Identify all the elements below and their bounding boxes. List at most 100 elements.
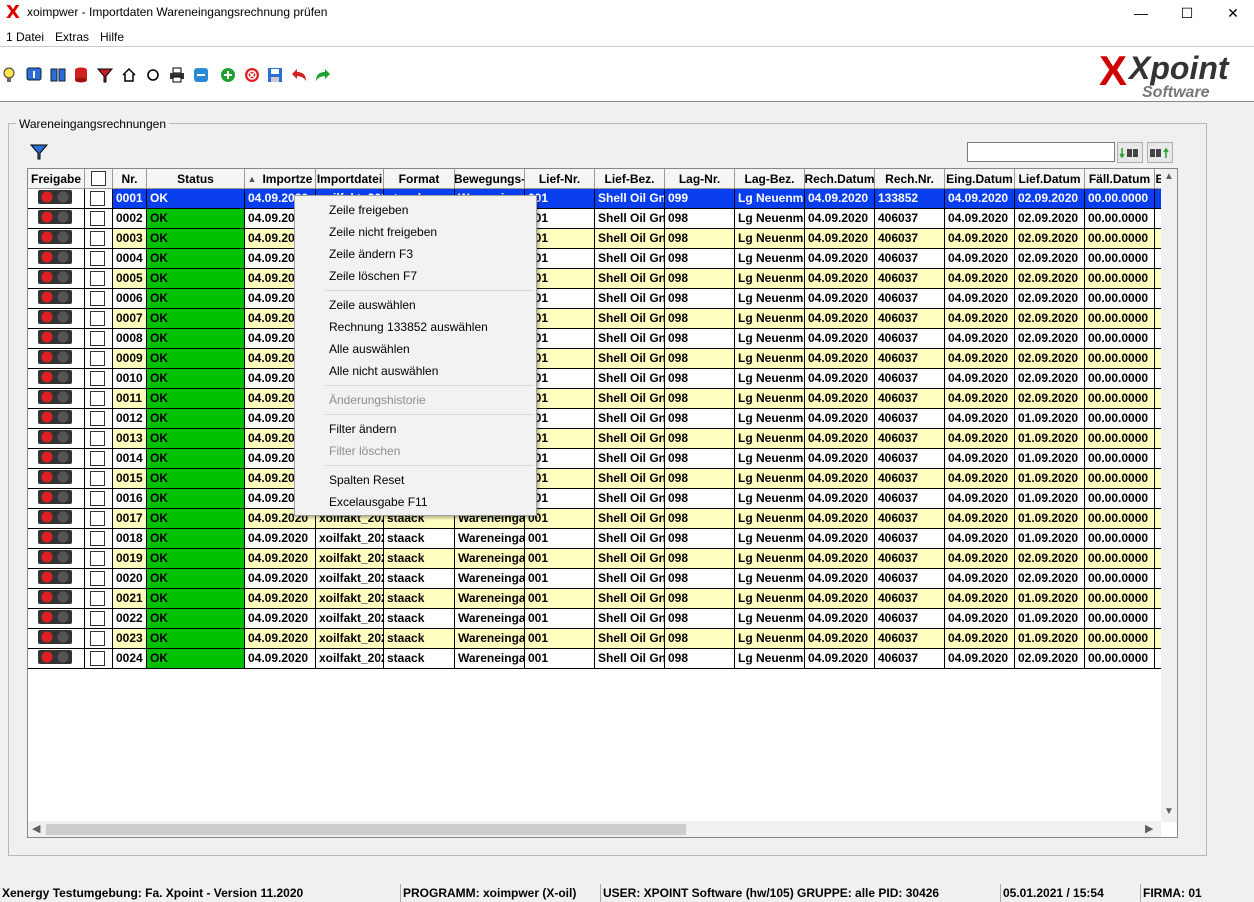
cell-status[interactable]: OK [147, 409, 245, 429]
column-header[interactable]: Nr. [113, 169, 147, 189]
cell-lagnr[interactable]: 098 [665, 549, 735, 569]
cell-liefdatum[interactable]: 02.09.2020 [1015, 229, 1085, 249]
cell-liefdatum[interactable]: 01.09.2020 [1015, 489, 1085, 509]
database-icon[interactable] [72, 66, 90, 84]
cell-eingdatum[interactable]: 04.09.2020 [945, 309, 1015, 329]
cell-lagnr[interactable]: 098 [665, 289, 735, 309]
cell-rechdatum[interactable]: 04.09.2020 [805, 369, 875, 389]
cell-liefbez[interactable]: Shell Oil Gn [595, 509, 665, 529]
cell-faelldatum[interactable]: 00.00.0000 [1085, 349, 1155, 369]
row-checkbox[interactable] [85, 409, 113, 429]
cell-format[interactable]: staack [384, 549, 455, 569]
cell-status[interactable]: OK [147, 469, 245, 489]
cell-lagnr[interactable]: 098 [665, 409, 735, 429]
cell-lagbez[interactable]: Lg Neuenm [735, 429, 805, 449]
cell-lagnr[interactable]: 098 [665, 369, 735, 389]
row-checkbox[interactable] [85, 469, 113, 489]
row-checkbox[interactable] [85, 569, 113, 589]
traffic-light-icon[interactable] [28, 569, 85, 589]
cell-format[interactable]: staack [384, 629, 455, 649]
column-header[interactable]: Bewegungs- [455, 169, 525, 189]
cell-liefbez[interactable]: Shell Oil Gn [595, 429, 665, 449]
row-checkbox[interactable] [85, 489, 113, 509]
cell-status[interactable]: OK [147, 489, 245, 509]
cell-rechdatum[interactable]: 04.09.2020 [805, 609, 875, 629]
cell-nr[interactable]: 0005 [113, 269, 147, 289]
cell-nr[interactable]: 0001 [113, 189, 147, 209]
cell-lagbez[interactable]: Lg Neuenm [735, 649, 805, 669]
cell-nr[interactable]: 0002 [113, 209, 147, 229]
cell-rechdatum[interactable]: 04.09.2020 [805, 329, 875, 349]
traffic-light-icon[interactable] [28, 429, 85, 449]
cell-rechnr[interactable]: 406037 [875, 409, 945, 429]
search-input[interactable] [967, 142, 1115, 162]
cell-status[interactable]: OK [147, 549, 245, 569]
cell-rechnr[interactable]: 133852 [875, 189, 945, 209]
cell-eingdatum[interactable]: 04.09.2020 [945, 449, 1015, 469]
cell-liefdatum[interactable]: 02.09.2020 [1015, 569, 1085, 589]
cell-rechdatum[interactable]: 04.09.2020 [805, 549, 875, 569]
cell-status[interactable]: OK [147, 229, 245, 249]
cell-lagbez[interactable]: Lg Neuenm [735, 349, 805, 369]
cell-lagnr[interactable]: 098 [665, 569, 735, 589]
cell-rechnr[interactable]: 406037 [875, 209, 945, 229]
cell-lagnr[interactable]: 098 [665, 629, 735, 649]
traffic-light-icon[interactable] [28, 229, 85, 249]
cell-nr[interactable]: 0023 [113, 629, 147, 649]
cell-faelldatum[interactable]: 00.00.0000 [1085, 609, 1155, 629]
scroll-up-icon[interactable]: ▲ [1164, 171, 1174, 182]
cell-status[interactable]: OK [147, 449, 245, 469]
cell-liefdatum[interactable]: 02.09.2020 [1015, 329, 1085, 349]
cell-lagnr[interactable]: 098 [665, 389, 735, 409]
cell-nr[interactable]: 0019 [113, 549, 147, 569]
info-icon[interactable] [25, 66, 43, 84]
cell-liefdatum[interactable]: 01.09.2020 [1015, 409, 1085, 429]
cell-liefbez[interactable]: Shell Oil Gn [595, 269, 665, 289]
cell-faelldatum[interactable]: 00.00.0000 [1085, 509, 1155, 529]
cell-rechnr[interactable]: 406037 [875, 509, 945, 529]
column-header[interactable]: Lief.Datum [1015, 169, 1085, 189]
horizontal-scroll-thumb[interactable] [46, 824, 686, 835]
cell-faelldatum[interactable]: 00.00.0000 [1085, 469, 1155, 489]
cell-faelldatum[interactable]: 00.00.0000 [1085, 329, 1155, 349]
cell-eingdatum[interactable]: 04.09.2020 [945, 549, 1015, 569]
cell-faelldatum[interactable]: 00.00.0000 [1085, 229, 1155, 249]
row-checkbox[interactable] [85, 349, 113, 369]
cell-eingdatum[interactable]: 04.09.2020 [945, 609, 1015, 629]
cell-rechdatum[interactable]: 04.09.2020 [805, 269, 875, 289]
cell-lagbez[interactable]: Lg Neuenm [735, 369, 805, 389]
cell-rechnr[interactable]: 406037 [875, 449, 945, 469]
cell-status[interactable]: OK [147, 329, 245, 349]
cell-liefbez[interactable]: Shell Oil Gn [595, 189, 665, 209]
close-button[interactable]: ✕ [1210, 0, 1254, 26]
cell-eingdatum[interactable]: 04.09.2020 [945, 649, 1015, 669]
traffic-light-icon[interactable] [28, 189, 85, 209]
cell-liefnr[interactable]: 001 [525, 589, 595, 609]
cell-liefbez[interactable]: Shell Oil Gn [595, 369, 665, 389]
cell-liefdatum[interactable]: 01.09.2020 [1015, 589, 1085, 609]
column-header[interactable]: Freigabe [28, 169, 85, 189]
cell-nr[interactable]: 0008 [113, 329, 147, 349]
cell-liefbez[interactable]: Shell Oil Gn [595, 229, 665, 249]
cell-rechdatum[interactable]: 04.09.2020 [805, 449, 875, 469]
cell-lagnr[interactable]: 098 [665, 209, 735, 229]
cell-rechdatum[interactable]: 04.09.2020 [805, 229, 875, 249]
cell-bewegung[interactable]: Wareneinga [455, 529, 525, 549]
cell-lagnr[interactable]: 098 [665, 269, 735, 289]
scroll-left-icon[interactable]: ◀ [32, 822, 40, 835]
cell-rechdatum[interactable]: 04.09.2020 [805, 509, 875, 529]
row-checkbox[interactable] [85, 249, 113, 269]
cell-status[interactable]: OK [147, 289, 245, 309]
cell-status[interactable]: OK [147, 429, 245, 449]
cell-lagnr[interactable]: 098 [665, 309, 735, 329]
cell-bewegung[interactable]: Wareneinga [455, 569, 525, 589]
cell-rechdatum[interactable]: 04.09.2020 [805, 309, 875, 329]
traffic-light-icon[interactable] [28, 549, 85, 569]
cell-status[interactable]: OK [147, 629, 245, 649]
cell-liefdatum[interactable]: 02.09.2020 [1015, 309, 1085, 329]
cell-status[interactable]: OK [147, 369, 245, 389]
cell-bewegung[interactable]: Wareneinga [455, 649, 525, 669]
cell-eingdatum[interactable]: 04.09.2020 [945, 429, 1015, 449]
cell-faelldatum[interactable]: 00.00.0000 [1085, 429, 1155, 449]
cell-eingdatum[interactable]: 04.09.2020 [945, 349, 1015, 369]
